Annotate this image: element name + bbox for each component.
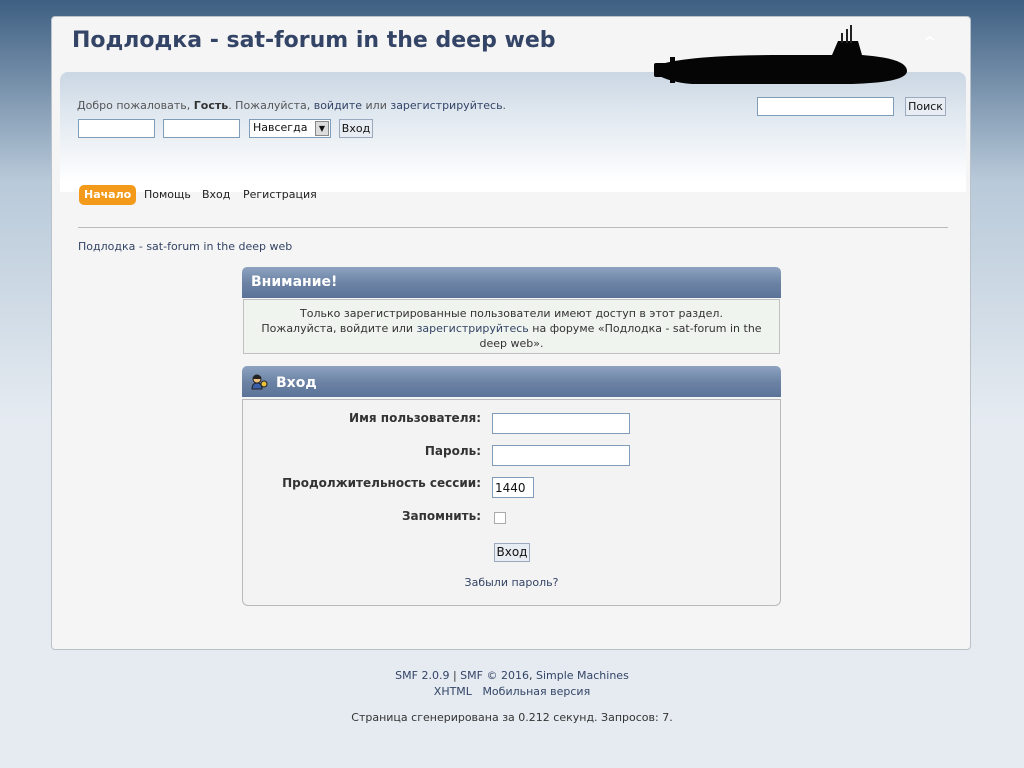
quick-login-username-input[interactable]	[78, 119, 155, 138]
search-input[interactable]	[757, 97, 894, 116]
login-submit-button[interactable]: Вход	[494, 543, 530, 562]
quick-login-session-select[interactable]: Навсегда ▼	[249, 119, 331, 138]
forum-title-link[interactable]: Подлодка - sat-forum in the deep web	[72, 28, 556, 53]
forgot-password-link[interactable]: Забыли пароль?	[465, 576, 559, 589]
menu-item-help[interactable]: Помощь	[144, 185, 191, 205]
divider	[78, 227, 948, 228]
welcome-message: Добро пожаловать, Гость. Пожалуйста, вой…	[77, 99, 507, 112]
login-form: Имя пользователя: Пароль: Продолжительно…	[242, 399, 781, 606]
menu-item-register[interactable]: Регистрация	[243, 185, 317, 205]
simple-machines-link[interactable]: Simple Machines	[536, 669, 629, 682]
notice-title-bar: Внимание!	[242, 267, 781, 298]
login-user-icon	[251, 374, 268, 390]
footer-credits: SMF 2.0.9 | SMF © 2016, Simple Machines	[395, 669, 629, 682]
collapse-header-icon[interactable]: ^	[923, 33, 936, 52]
login-title: Вход	[276, 375, 317, 391]
session-length-input[interactable]	[492, 477, 534, 498]
remember-label: Запомнить:	[401, 509, 481, 523]
xhtml-link[interactable]: XHTML	[434, 685, 472, 698]
notice-body: Только зарегистрированные пользователи и…	[243, 299, 780, 354]
smf-version-link[interactable]: SMF 2.0.9	[395, 669, 449, 682]
breadcrumb-home-link[interactable]: Подлодка - sat-forum in the deep web	[78, 240, 292, 253]
password-label: Пароль:	[424, 444, 481, 458]
menu-item-home[interactable]: Начало	[79, 185, 137, 205]
menu-item-login[interactable]: Вход	[202, 185, 230, 205]
welcome-register-link[interactable]: зарегистрируйтесь	[390, 99, 502, 112]
quick-login-button[interactable]: Вход	[339, 119, 373, 138]
forum-wrapper: Подлодка - sat-forum in the deep web ^ Д…	[51, 16, 971, 650]
welcome-login-link[interactable]: войдите	[314, 99, 362, 112]
session-length-label: Продолжительность сессии:	[282, 476, 481, 490]
notice-register-link[interactable]: зарегистрируйтесь	[417, 322, 529, 335]
forum-title[interactable]: Подлодка - sat-forum in the deep web	[72, 28, 556, 53]
quick-login-password-input[interactable]	[163, 119, 240, 138]
breadcrumb: Подлодка - sat-forum in the deep web	[78, 240, 292, 253]
page-generated-text: Страница сгенерирована за 0.212 секунд. …	[351, 711, 673, 724]
notice-title: Внимание!	[251, 274, 338, 290]
search-button[interactable]: Поиск	[905, 97, 946, 116]
guest-name: Гость	[193, 99, 229, 112]
username-label: Имя пользователя:	[349, 411, 481, 425]
username-input[interactable]	[492, 413, 630, 434]
submarine-logo-icon	[654, 25, 907, 84]
login-title-bar: Вход	[242, 366, 781, 397]
password-input[interactable]	[492, 445, 630, 466]
remember-checkbox[interactable]	[494, 512, 506, 524]
mobile-version-link[interactable]: Мобильная версия	[482, 685, 590, 698]
chevron-down-icon[interactable]: ▼	[315, 121, 329, 136]
footer-links: XHTML Мобильная версия	[0, 685, 1024, 698]
smf-copyright-link[interactable]: SMF © 2016	[460, 669, 529, 682]
